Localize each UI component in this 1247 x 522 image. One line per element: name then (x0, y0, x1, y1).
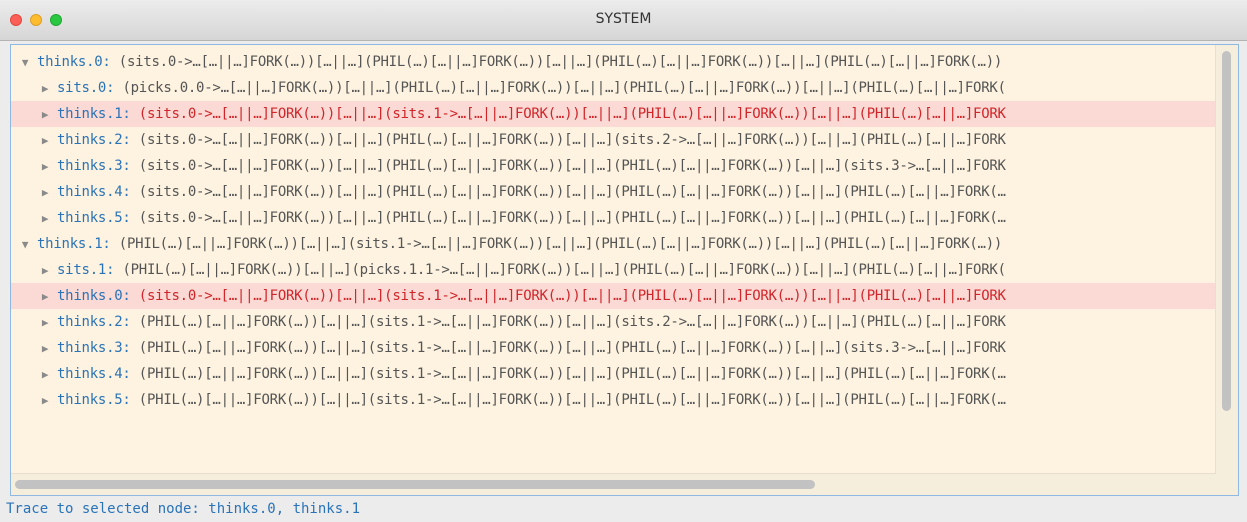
state-tree: ▼ thinks.0: (sits.0->…[…||…]FORK(…))[…||…… (11, 45, 1216, 475)
node-label: sits.0: (57, 80, 115, 96)
node-label: thinks.2: (57, 314, 131, 330)
disclosure-collapsed-icon[interactable]: ▶ (39, 154, 51, 179)
node-state: (sits.0->…[…||…]FORK(…))[…||…](sits.1->…… (130, 106, 1006, 122)
tree-row[interactable]: ▶ thinks.2: (sits.0->…[…||…]FORK(…))[…||…… (11, 127, 1216, 153)
node-label: thinks.4: (57, 184, 131, 200)
node-label: thinks.0: (37, 54, 111, 70)
node-label: thinks.2: (57, 132, 131, 148)
node-label: thinks.1: (57, 106, 131, 122)
tree-row[interactable]: ▶ thinks.5: (sits.0->…[…||…]FORK(…))[…||…… (11, 205, 1216, 231)
node-state: (sits.0->…[…||…]FORK(…))[…||…](sits.1->…… (130, 288, 1006, 304)
tree-row[interactable]: ▶ thinks.4: (sits.0->…[…||…]FORK(…))[…||…… (11, 179, 1216, 205)
node-label: thinks.1: (37, 236, 111, 252)
node-label: thinks.3: (57, 340, 131, 356)
node-state: (PHIL(…)[…||…]FORK(…))[…||…](sits.1->…[…… (130, 340, 1006, 356)
disclosure-collapsed-icon[interactable]: ▶ (39, 128, 51, 153)
disclosure-collapsed-icon[interactable]: ▶ (39, 206, 51, 231)
status-line: Trace to selected node: thinks.0, thinks… (6, 501, 361, 517)
vertical-scrollbar[interactable] (1215, 45, 1238, 475)
tree-row[interactable]: ▼ thinks.1: (PHIL(…)[…||…]FORK(…))[…||…](… (11, 231, 1216, 257)
disclosure-collapsed-icon[interactable]: ▶ (39, 362, 51, 387)
node-state: (sits.0->…[…||…]FORK(…))[…||…](PHIL(…)[…… (130, 132, 1006, 148)
node-state: (PHIL(…)[…||…]FORK(…))[…||…](sits.1->…[…… (130, 366, 1006, 382)
tree-row[interactable]: ▶ thinks.0: (sits.0->…[…||…]FORK(…))[…||…… (11, 283, 1216, 309)
tree-row[interactable]: ▶ thinks.5: (PHIL(…)[…||…]FORK(…))[…||…](… (11, 387, 1216, 413)
node-label: thinks.3: (57, 158, 131, 174)
disclosure-collapsed-icon[interactable]: ▶ (39, 284, 51, 309)
window-title: SYSTEM (595, 11, 652, 27)
disclosure-expanded-icon[interactable]: ▼ (19, 50, 31, 75)
tree-row[interactable]: ▶ sits.1: (PHIL(…)[…||…]FORK(…))[…||…](pi… (11, 257, 1216, 283)
node-state: (PHIL(…)[…||…]FORK(…))[…||…](picks.1.1->… (114, 262, 1006, 278)
node-label: sits.1: (57, 262, 115, 278)
disclosure-expanded-icon[interactable]: ▼ (19, 232, 31, 257)
disclosure-collapsed-icon[interactable]: ▶ (39, 258, 51, 283)
node-state: (sits.0->…[…||…]FORK(…))[…||…](PHIL(…)[…… (130, 210, 1006, 226)
tree-row[interactable]: ▶ sits.0: (picks.0.0->…[…||…]FORK(…))[…||… (11, 75, 1216, 101)
vertical-scroll-thumb[interactable] (1222, 51, 1231, 411)
disclosure-collapsed-icon[interactable]: ▶ (39, 76, 51, 101)
tree-row[interactable]: ▶ thinks.1: (sits.0->…[…||…]FORK(…))[…||…… (11, 101, 1216, 127)
node-state: (PHIL(…)[…||…]FORK(…))[…||…](sits.1->…[…… (130, 392, 1006, 408)
node-label: thinks.5: (57, 392, 131, 408)
node-label: thinks.5: (57, 210, 131, 226)
disclosure-collapsed-icon[interactable]: ▶ (39, 180, 51, 205)
disclosure-collapsed-icon[interactable]: ▶ (39, 388, 51, 413)
disclosure-collapsed-icon[interactable]: ▶ (39, 310, 51, 335)
scroll-corner (1216, 474, 1238, 495)
node-label: thinks.0: (57, 288, 131, 304)
horizontal-scrollbar[interactable] (11, 473, 1216, 495)
node-state: (sits.0->…[…||…]FORK(…))[…||…](PHIL(…)[…… (130, 158, 1006, 174)
node-state: (PHIL(…)[…||…]FORK(…))[…||…](sits.1->…[…… (130, 314, 1006, 330)
node-label: thinks.4: (57, 366, 131, 382)
disclosure-collapsed-icon[interactable]: ▶ (39, 336, 51, 361)
tree-row[interactable]: ▶ thinks.4: (PHIL(…)[…||…]FORK(…))[…||…](… (11, 361, 1216, 387)
horizontal-scroll-thumb[interactable] (15, 480, 815, 489)
tree-row[interactable]: ▶ thinks.3: (sits.0->…[…||…]FORK(…))[…||…… (11, 153, 1216, 179)
node-state: (PHIL(…)[…||…]FORK(…))[…||…](sits.1->…[…… (110, 236, 1003, 252)
tree-panel: ▼ thinks.0: (sits.0->…[…||…]FORK(…))[…||…… (10, 44, 1239, 496)
tree-row[interactable]: ▶ thinks.2: (PHIL(…)[…||…]FORK(…))[…||…](… (11, 309, 1216, 335)
tree-row[interactable]: ▶ thinks.3: (PHIL(…)[…||…]FORK(…))[…||…](… (11, 335, 1216, 361)
node-state: (sits.0->…[…||…]FORK(…))[…||…](PHIL(…)[…… (110, 54, 1003, 70)
tree-row[interactable]: ▼ thinks.0: (sits.0->…[…||…]FORK(…))[…||…… (11, 49, 1216, 75)
disclosure-collapsed-icon[interactable]: ▶ (39, 102, 51, 127)
title-bar: SYSTEM (0, 0, 1247, 41)
node-state: (picks.0.0->…[…||…]FORK(…))[…||…](PHIL(…… (114, 80, 1006, 96)
node-state: (sits.0->…[…||…]FORK(…))[…||…](PHIL(…)[…… (130, 184, 1006, 200)
